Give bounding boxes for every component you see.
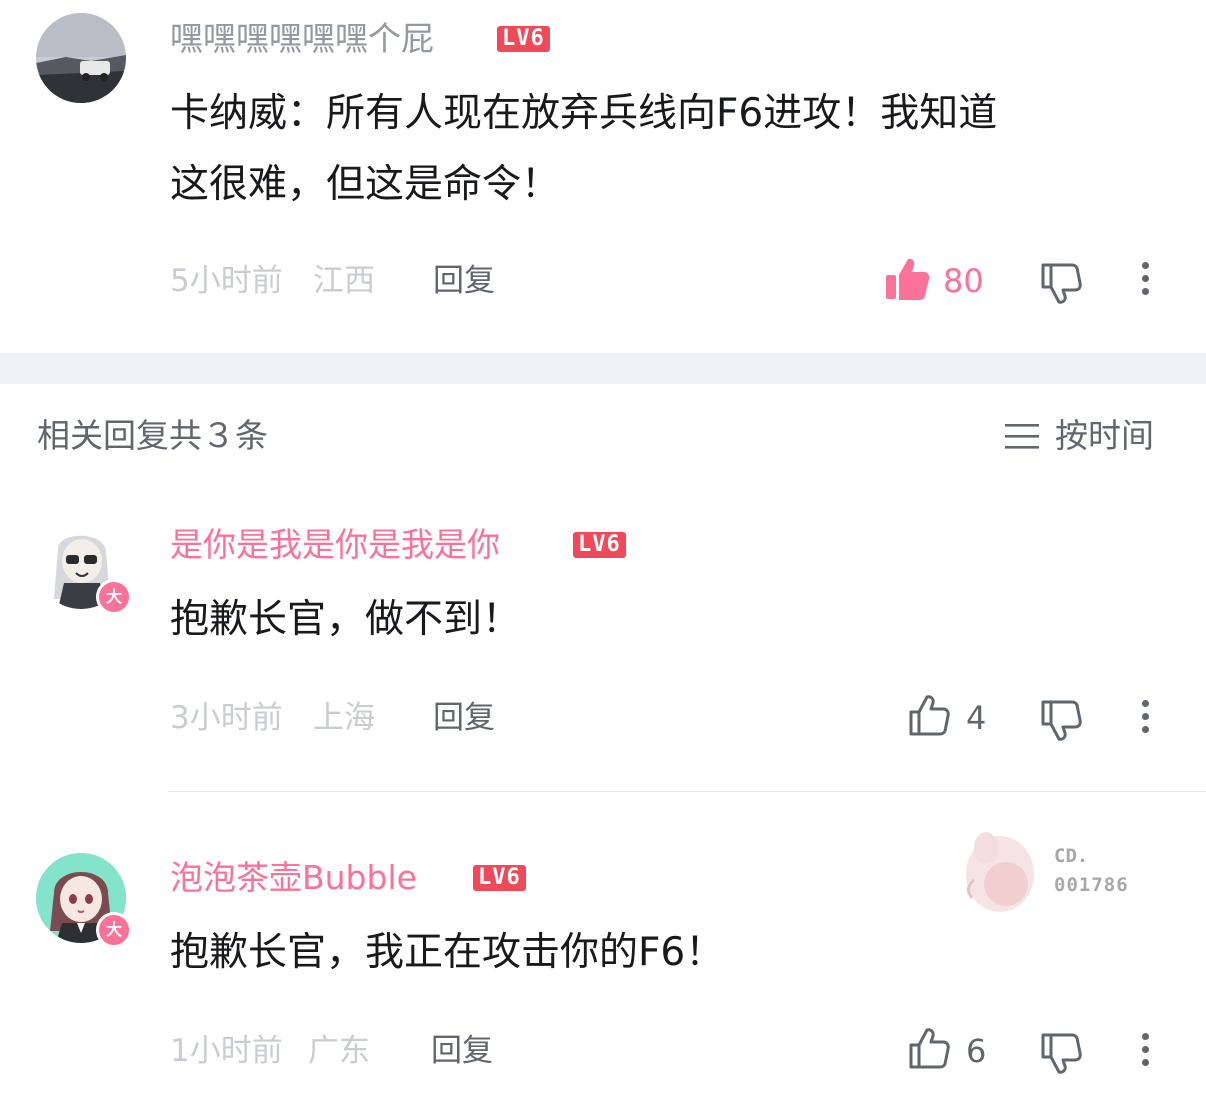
reply1-reply-button[interactable]: 回复 — [433, 698, 495, 738]
sort-label: 按时间 — [1055, 416, 1154, 455]
thumbs-down-icon — [1041, 700, 1082, 741]
thumbs-down-icon — [1041, 263, 1082, 304]
reply1-more-button[interactable] — [1142, 700, 1149, 739]
reply2-time: 1小时前 — [170, 1033, 283, 1069]
reply2-like-button[interactable] — [908, 1027, 952, 1075]
root-avatar[interactable] — [36, 13, 126, 103]
reply-divider — [168, 791, 1206, 792]
reply2-location: 广东 — [308, 1033, 370, 1069]
root-like-count: 80 — [943, 262, 984, 300]
root-time: 5小时前 — [170, 263, 283, 299]
fan-decoration-image — [956, 818, 1046, 918]
root-content-line-1: 卡纳威：所有人现在放弃兵线向F6进攻！我知道 — [170, 91, 998, 136]
reply1-dislike-button[interactable] — [1040, 698, 1084, 746]
menu-lines-icon — [1005, 424, 1039, 449]
reply1-content: 抱歉长官，做不到！ — [170, 597, 522, 642]
thumbs-up-icon — [909, 695, 950, 736]
thumbs-down-icon — [1041, 1033, 1082, 1074]
reply1-time: 3小时前 — [170, 700, 283, 736]
reply1-username[interactable]: 是你是我是你是我是你 — [170, 525, 500, 565]
more-vertical-icon — [1142, 262, 1149, 269]
root-like-button[interactable] — [884, 256, 930, 306]
reply2-content: 抱歉长官，我正在攻击你的F6！ — [170, 930, 725, 975]
root-more-button[interactable] — [1142, 262, 1149, 301]
reply2-more-button[interactable] — [1142, 1033, 1149, 1072]
reply2-vip-badge: 大 — [96, 912, 132, 948]
reply2-like-count: 6 — [966, 1032, 987, 1070]
root-reply-button[interactable]: 回复 — [433, 261, 495, 301]
reply2-reply-button[interactable]: 回复 — [431, 1031, 493, 1071]
fan-decoration-label: CD. — [1054, 845, 1089, 867]
more-vertical-icon — [1142, 700, 1149, 707]
root-location: 江西 — [313, 263, 375, 299]
root-level-badge: LV6 — [497, 26, 550, 52]
root-username[interactable]: 嘿嘿嘿嘿嘿嘿个屁 — [170, 19, 434, 59]
sort-by-time-button[interactable]: 按时间 — [1005, 416, 1154, 456]
reply1-vip-badge: 大 — [96, 579, 132, 615]
root-dislike-button[interactable] — [1040, 261, 1084, 309]
thumbs-up-icon — [886, 258, 930, 300]
replies-count-title: 相关回复共３条 — [37, 416, 268, 455]
root-content-line-2: 这很难，但这是命令！ — [170, 162, 561, 207]
reply1-location: 上海 — [313, 700, 375, 736]
reply2-level-badge: LV6 — [473, 865, 526, 891]
more-vertical-icon — [1142, 1033, 1149, 1040]
reply1-like-button[interactable] — [908, 694, 952, 742]
reply1-level-badge: LV6 — [573, 532, 626, 558]
reply2-username[interactable]: 泡泡茶壶Bubble — [170, 858, 417, 898]
fan-decoration-number: 001786 — [1054, 874, 1129, 896]
section-divider — [0, 353, 1206, 384]
reply1-like-count: 4 — [966, 699, 987, 737]
reply2-dislike-button[interactable] — [1040, 1031, 1084, 1079]
thumbs-up-icon — [909, 1028, 950, 1069]
